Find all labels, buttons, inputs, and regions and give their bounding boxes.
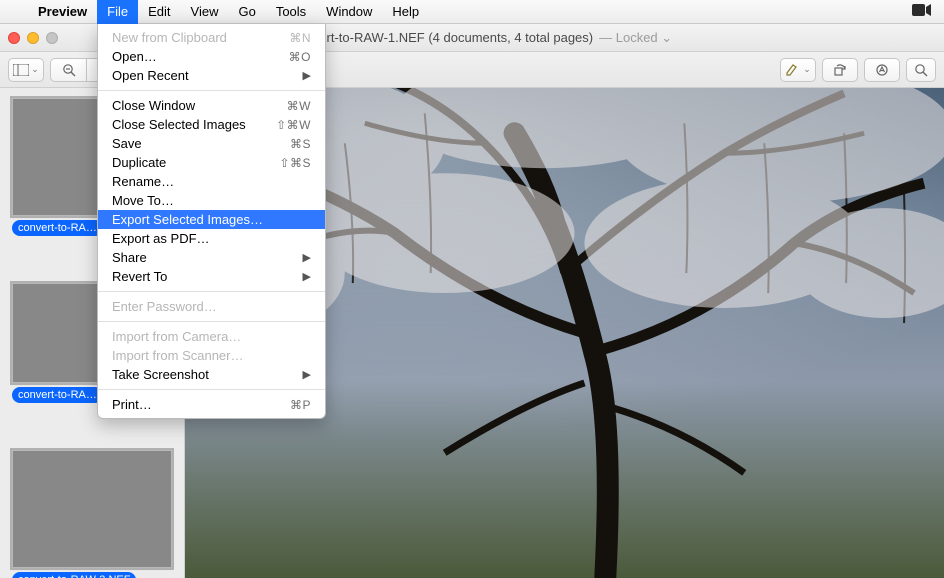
menu-item-rename[interactable]: Rename…: [98, 172, 325, 191]
rotate-button[interactable]: [822, 58, 858, 82]
menu-item-export-as-pdf[interactable]: Export as PDF…: [98, 229, 325, 248]
menu-item-revert-to[interactable]: Revert To▶: [98, 267, 325, 286]
menu-separator: [98, 291, 325, 292]
menu-item-label: Export as PDF…: [112, 231, 311, 246]
thumbnail-caption: convert-to-RAW-3 NEF: [12, 572, 136, 578]
submenu-chevron-icon: ▶: [303, 270, 311, 283]
menu-item-label: Close Selected Images: [112, 117, 276, 132]
menubar-item-edit[interactable]: Edit: [138, 0, 180, 24]
menubar-item-go[interactable]: Go: [228, 0, 265, 24]
submenu-chevron-icon: ▶: [303, 251, 311, 264]
menu-item-import-from-camera: Import from Camera…: [98, 327, 325, 346]
menu-item-label: Move To…: [112, 193, 311, 208]
menu-item-shortcut: ⌘O: [289, 50, 311, 64]
menu-item-shortcut: ⇧⌘W: [276, 118, 311, 132]
menu-item-enter-password: Enter Password…: [98, 297, 325, 316]
submenu-chevron-icon: ▶: [303, 69, 311, 82]
menubar-item-file[interactable]: File: [97, 0, 138, 24]
menu-item-shortcut: ⌘P: [290, 398, 311, 412]
menu-separator: [98, 321, 325, 322]
window-title: convert-to-RAW-1.NEF (4 documents, 4 tot…: [292, 30, 593, 45]
menu-item-label: Rename…: [112, 174, 311, 189]
markup-toolbar-button[interactable]: [864, 58, 900, 82]
menu-item-shortcut: ⌘W: [287, 99, 311, 113]
close-window-button[interactable]: [8, 32, 20, 44]
locked-indicator[interactable]: — Locked: [599, 30, 672, 46]
menu-item-close-window[interactable]: Close Window⌘W: [98, 96, 325, 115]
menu-item-label: Export Selected Images…: [112, 212, 311, 227]
file-menu-dropdown: New from Clipboard⌘NOpen…⌘OOpen Recent▶C…: [97, 24, 326, 419]
menu-item-label: Save: [112, 136, 290, 151]
menu-item-take-screenshot[interactable]: Take Screenshot▶: [98, 365, 325, 384]
menubar-item-help[interactable]: Help: [382, 0, 429, 24]
menu-item-label: Open…: [112, 49, 289, 64]
menu-item-new-from-clipboard: New from Clipboard⌘N: [98, 28, 325, 47]
menu-item-export-selected-images[interactable]: Export Selected Images…: [98, 210, 325, 229]
menu-item-label: Import from Scanner…: [112, 348, 311, 363]
menu-item-move-to[interactable]: Move To…: [98, 191, 325, 210]
submenu-chevron-icon: ▶: [303, 368, 311, 381]
menu-item-close-selected-images[interactable]: Close Selected Images⇧⌘W: [98, 115, 325, 134]
thumbnail-caption: convert-to-RA…: [12, 387, 103, 403]
menu-item-label: Take Screenshot: [112, 367, 303, 382]
minimize-window-button[interactable]: [27, 32, 39, 44]
menu-item-label: Close Window: [112, 98, 287, 113]
menu-item-share[interactable]: Share▶: [98, 248, 325, 267]
app-name[interactable]: Preview: [28, 4, 97, 19]
zoom-out-button[interactable]: [50, 58, 86, 82]
menu-item-shortcut: ⌘S: [290, 137, 311, 151]
menu-separator: [98, 389, 325, 390]
menubar-item-window[interactable]: Window: [316, 0, 382, 24]
menu-item-label: New from Clipboard: [112, 30, 289, 45]
thumbnail-caption: convert-to-RA…: [12, 220, 103, 236]
menu-item-import-from-scanner: Import from Scanner…: [98, 346, 325, 365]
thumbnail-image: [12, 450, 172, 568]
traffic-lights: [8, 32, 58, 44]
highlight-button[interactable]: ⌄: [780, 58, 816, 82]
zoom-window-button[interactable]: [46, 32, 58, 44]
menu-item-label: Import from Camera…: [112, 329, 311, 344]
thumbnail[interactable]: convert-to-RAW-3 NEF: [12, 450, 172, 578]
menu-item-label: Revert To: [112, 269, 303, 284]
menu-item-duplicate[interactable]: Duplicate⇧⌘S: [98, 153, 325, 172]
search-button[interactable]: [906, 58, 936, 82]
titlebar-center: convert-to-RAW-1.NEF (4 documents, 4 tot…: [272, 30, 672, 46]
menu-item-shortcut: ⌘N: [289, 31, 311, 45]
menubar-item-tools[interactable]: Tools: [266, 0, 316, 24]
menu-item-open[interactable]: Open…⌘O: [98, 47, 325, 66]
menu-item-label: Duplicate: [112, 155, 279, 170]
menu-item-label: Enter Password…: [112, 299, 311, 314]
menubar-item-view[interactable]: View: [181, 0, 229, 24]
menu-item-print[interactable]: Print…⌘P: [98, 395, 325, 414]
menu-item-label: Share: [112, 250, 303, 265]
facetime-menubar-icon[interactable]: [912, 3, 944, 21]
menu-item-open-recent[interactable]: Open Recent▶: [98, 66, 325, 85]
menu-item-label: Print…: [112, 397, 290, 412]
menu-item-shortcut: ⇧⌘S: [279, 156, 311, 170]
menu-separator: [98, 90, 325, 91]
menu-item-save[interactable]: Save⌘S: [98, 134, 325, 153]
menu-item-label: Open Recent: [112, 68, 303, 83]
menubar: Preview FileEditViewGoToolsWindowHelp: [0, 0, 944, 24]
sidebar-toggle-button[interactable]: ⌄: [8, 58, 44, 82]
